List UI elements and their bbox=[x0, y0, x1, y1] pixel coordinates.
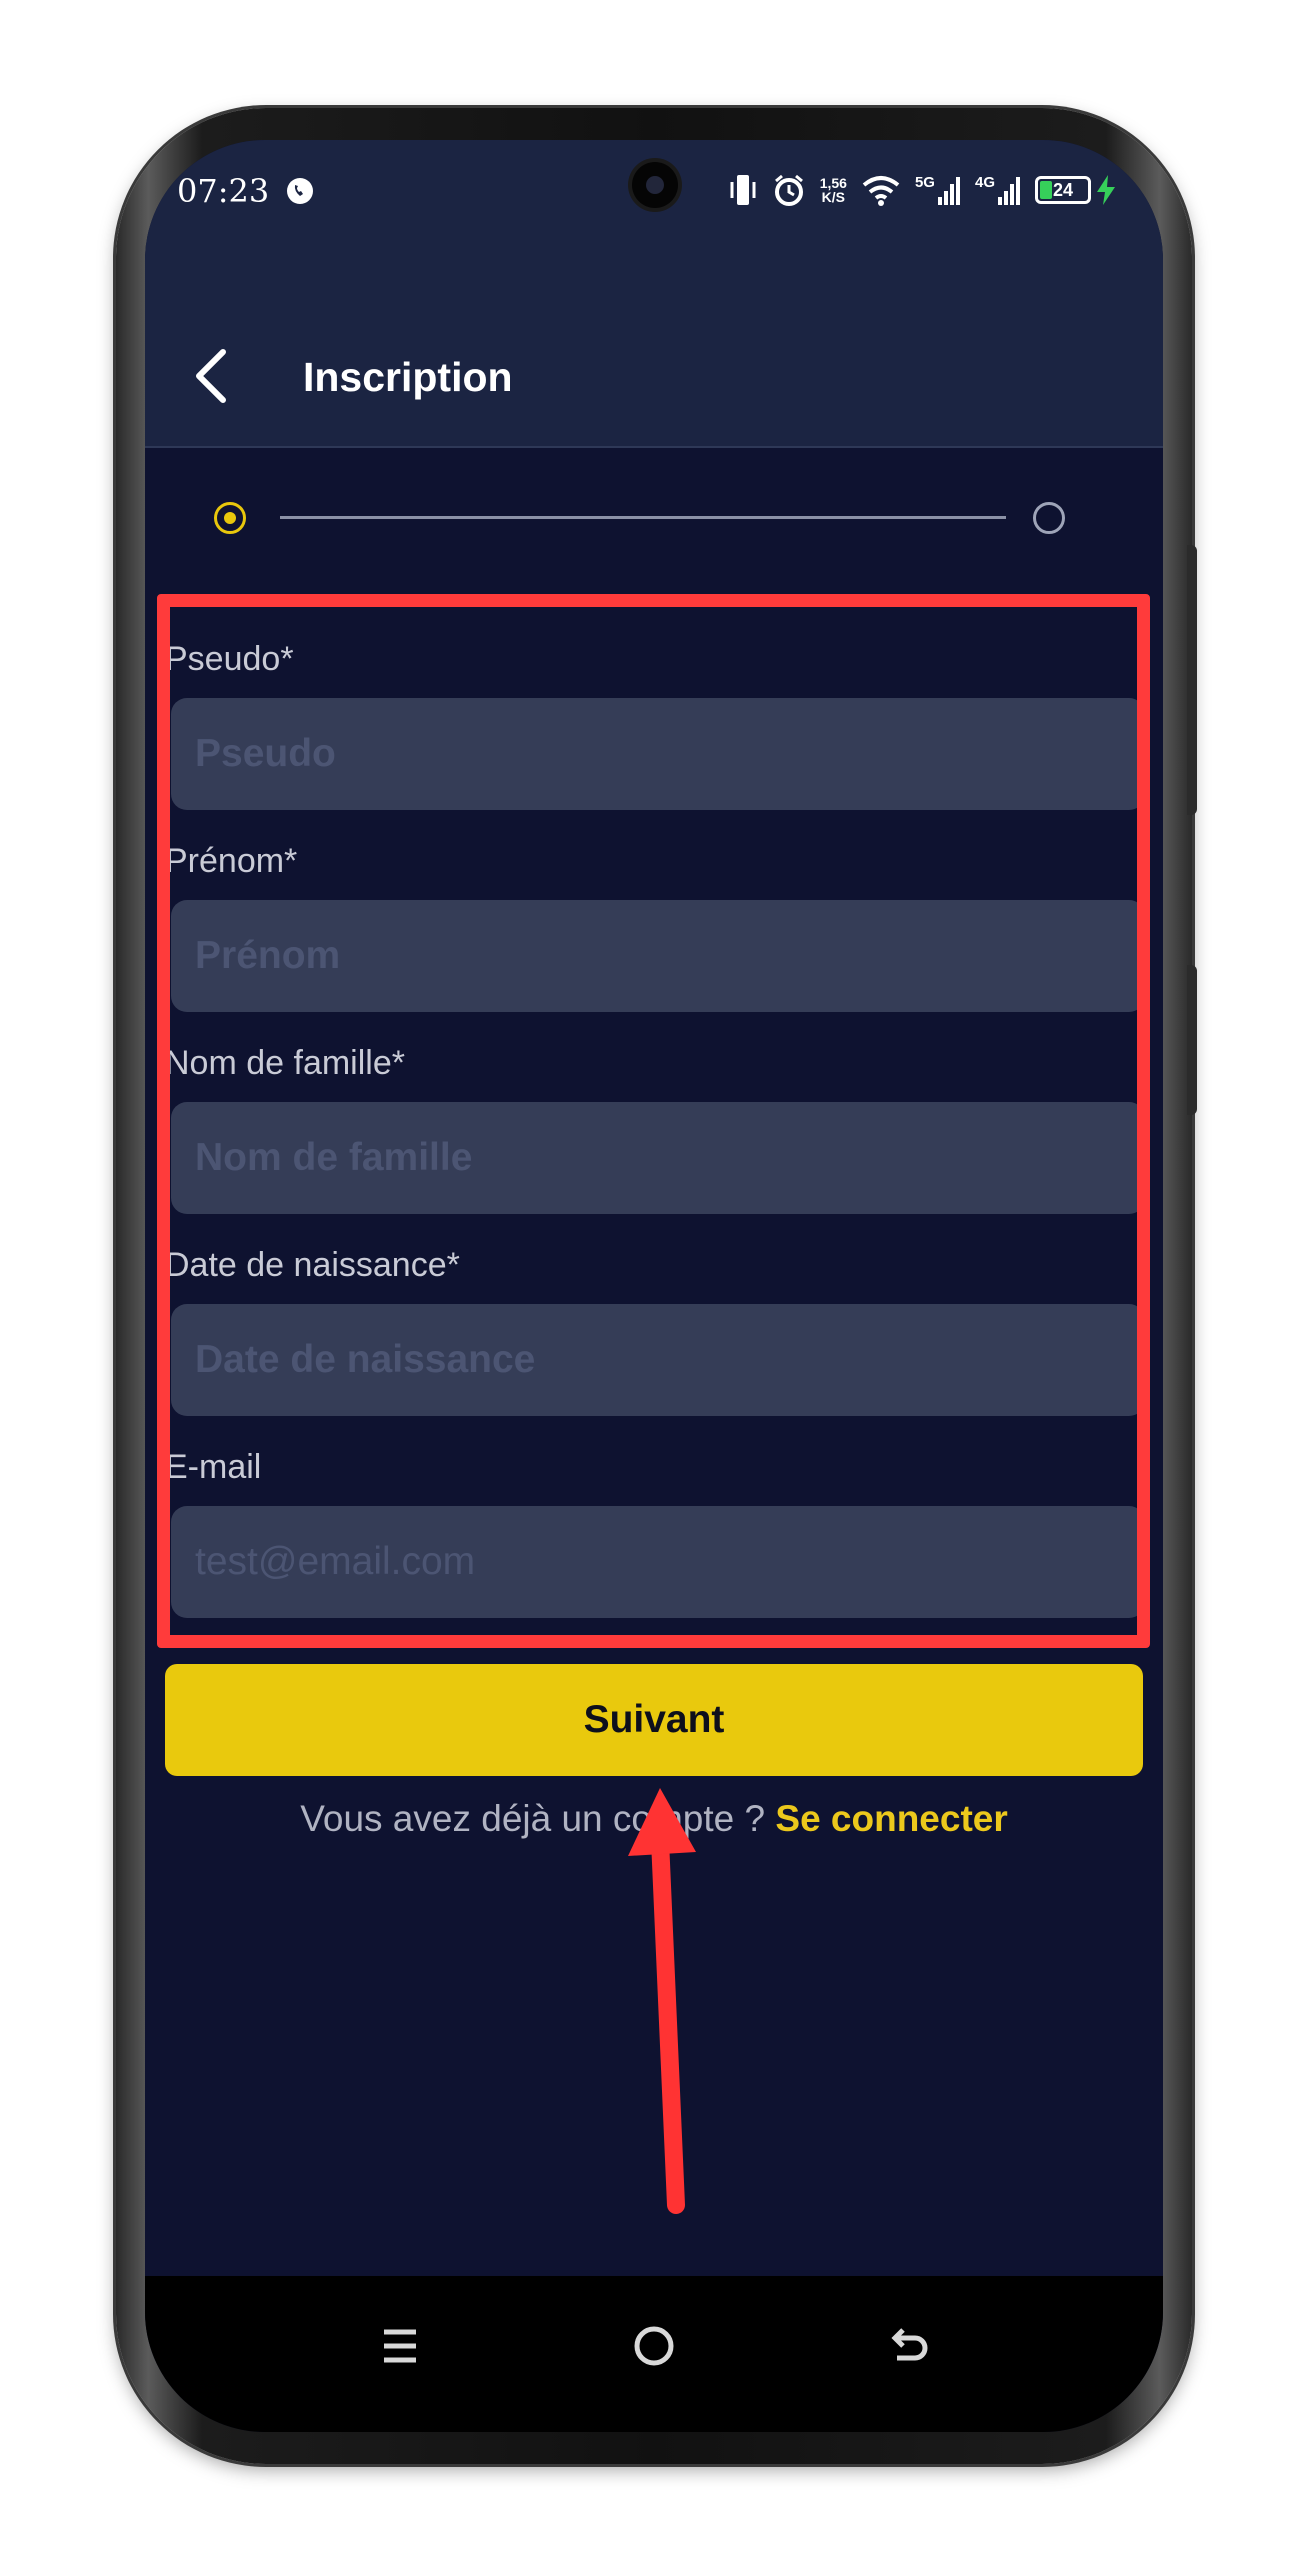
step-1-indicator bbox=[214, 502, 246, 534]
header-area: 07:23 1,56 K/S 5G 4G 24 Inscription bbox=[145, 140, 1163, 448]
front-camera bbox=[632, 162, 678, 208]
net-speed-unit: K/S bbox=[821, 189, 846, 205]
alarm-icon bbox=[774, 174, 803, 206]
login-prompt-text: Vous avez déjà un compte ? bbox=[300, 1798, 766, 1839]
back-arrow-icon[interactable] bbox=[879, 2316, 939, 2376]
screenshot-stage: 07:23 1,56 K/S 5G 4G 24 Inscription Pseu… bbox=[0, 0, 1308, 2560]
battery-level: 24 bbox=[1052, 179, 1074, 200]
battery-icon: 24 bbox=[1035, 176, 1091, 204]
email-input[interactable] bbox=[171, 1506, 1145, 1618]
pseudo-label: Pseudo* bbox=[165, 640, 294, 678]
signal-4g-icon bbox=[998, 177, 1020, 205]
email-label: E-mail bbox=[165, 1448, 262, 1486]
step-connector-line bbox=[280, 516, 1006, 519]
power-button bbox=[1187, 965, 1197, 1115]
chevron-left-icon[interactable] bbox=[185, 346, 245, 406]
birthdate-input[interactable] bbox=[171, 1304, 1145, 1416]
status-time: 07:23 bbox=[177, 172, 270, 210]
menu-icon[interactable] bbox=[370, 2316, 430, 2376]
next-button[interactable]: Suivant bbox=[165, 1664, 1143, 1776]
step-2-indicator bbox=[1033, 502, 1065, 534]
login-link[interactable]: Se connecter bbox=[775, 1798, 1007, 1839]
pseudo-input[interactable] bbox=[171, 698, 1145, 810]
network-5g-label: 5G bbox=[914, 173, 935, 191]
phone-screen: 07:23 1,56 K/S 5G 4G 24 Inscription Pseu… bbox=[145, 140, 1163, 2432]
vibrate-icon bbox=[730, 175, 756, 205]
volume-button bbox=[1187, 545, 1197, 815]
charging-bolt-icon bbox=[1097, 175, 1115, 205]
system-nav-bar bbox=[145, 2276, 1163, 2432]
status-bar: 07:23 1,56 K/S 5G 4G 24 bbox=[145, 140, 1163, 250]
battery-fill bbox=[1040, 181, 1052, 199]
network-4g-label: 4G bbox=[974, 173, 995, 191]
progress-stepper bbox=[145, 490, 1163, 550]
wifi-icon bbox=[862, 176, 900, 206]
call-notification-icon bbox=[287, 178, 313, 204]
lastname-label: Nom de famille* bbox=[165, 1044, 405, 1082]
net-speed-value: 1,56 bbox=[819, 175, 847, 191]
page-title: Inscription bbox=[303, 354, 513, 400]
status-icons: 1,56 K/S 5G 4G 24 bbox=[728, 170, 1117, 210]
net-speed: 1,56 K/S bbox=[820, 176, 847, 204]
birthdate-label: Date de naissance* bbox=[165, 1246, 460, 1284]
lastname-input[interactable] bbox=[171, 1102, 1145, 1214]
app-bar: Inscription bbox=[145, 330, 1163, 420]
login-prompt-row: Vous avez déjà un compte ? Se connecter bbox=[145, 1798, 1163, 1840]
firstname-input[interactable] bbox=[171, 900, 1145, 1012]
home-circle-icon[interactable] bbox=[624, 2316, 684, 2376]
signal-5g-icon bbox=[937, 177, 960, 205]
firstname-label: Prénom* bbox=[165, 842, 298, 880]
